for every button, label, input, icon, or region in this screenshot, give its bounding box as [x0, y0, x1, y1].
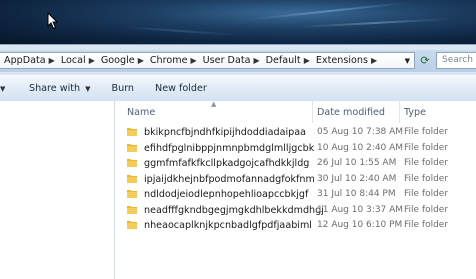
file-date: 10 Aug 10 2:40 AM: [317, 142, 404, 153]
breadcrumb-item[interactable]: Google ▶: [97, 55, 146, 66]
file-name: efihdfpglnibppjnmnpbmdglmlljgcbk: [144, 142, 315, 154]
column-header-date-modified[interactable]: Date modified: [317, 107, 385, 118]
file-list: ▲ Name Date modified Type bkikpncfbjndhf…: [115, 100, 476, 279]
address-dropdown-icon[interactable]: ▼: [405, 57, 410, 65]
folder-icon: [127, 190, 137, 198]
dropdown-arrow-icon: ▼: [0, 84, 6, 93]
file-type: File folder: [404, 158, 449, 168]
share-with-button[interactable]: Share with ▼: [29, 76, 90, 101]
file-name: nheaocaplknjkpcnbadlgfpdfjaabiml: [144, 220, 312, 231]
column-divider[interactable]: [312, 101, 313, 123]
folder-icon: [127, 221, 137, 229]
wallpaper-streak: [120, 25, 240, 37]
file-type: File folder: [404, 204, 449, 215]
folder-icon: [127, 143, 137, 152]
file-type: File folder: [404, 142, 449, 153]
column-headers: ▲ Name Date modified Type: [115, 100, 476, 123]
wallpaper-streak: [300, 18, 450, 28]
file-name: bkikpncfbjndhfkipijhdoddiadaipaa: [144, 127, 306, 138]
column-divider[interactable]: [399, 101, 400, 123]
file-date: 12 Aug 10 6:10 PM: [317, 220, 403, 230]
file-date: 26 Jul 10 1:55 AM: [317, 158, 397, 168]
breadcrumb-item[interactable]: Extensions ▶: [312, 55, 379, 66]
file-row[interactable]: nheaocaplknjkpcnbadlgfpdfjaabiml 12 Aug …: [115, 218, 476, 234]
breadcrumb-separator-icon[interactable]: ▶: [253, 56, 261, 65]
organize-button-partial[interactable]: ▼: [0, 76, 13, 101]
folder-icon: [127, 128, 137, 136]
file-type: File folder: [404, 189, 449, 199]
file-name: ggmfmfafkfkcllpkadgojcafhdkkjldg: [144, 158, 310, 169]
column-header-type[interactable]: Type: [404, 107, 426, 118]
breadcrumb-item[interactable]: Default ▶: [262, 55, 312, 66]
file-date: 31 Jul 10 8:44 PM: [317, 189, 396, 199]
file-row[interactable]: ndldodjeiodlepnhopehlioapccbkjgf 31 Jul …: [115, 187, 476, 203]
folder-icon: [127, 159, 137, 167]
address-bar[interactable]: AppData ▶ Local ▶ Google ▶ Chrome ▶ User Dat…: [0, 52, 415, 69]
breadcrumb-item[interactable]: Local ▶: [57, 55, 97, 66]
folder-icon: [127, 174, 137, 183]
file-date: 30 Jul 10 2:40 AM: [317, 173, 397, 184]
share-with-label: Share with: [29, 83, 81, 94]
breadcrumb-separator-icon[interactable]: ▶: [190, 56, 198, 65]
breadcrumb-separator-icon[interactable]: ▶: [138, 56, 146, 65]
command-bar: ▼ Share with ▼ Burn New folder: [0, 75, 476, 102]
breadcrumb-item[interactable]: User Data ▶: [199, 55, 262, 66]
breadcrumb-separator-icon[interactable]: ▶: [49, 56, 57, 65]
file-name: neadfffgkndbgegjmgkdhlbekkdmdhgj: [144, 204, 324, 216]
breadcrumb-item[interactable]: Chrome ▶: [146, 55, 199, 66]
mouse-cursor-icon: [47, 12, 59, 30]
file-row[interactable]: efihdfpglnibppjnmnpbmdglmlljgcbk 10 Aug …: [115, 141, 476, 157]
file-type: File folder: [404, 220, 449, 230]
file-row[interactable]: neadfffgkndbgegjmgkdhlbekkdmdhgj 11 Aug …: [115, 203, 476, 219]
breadcrumb-separator-icon[interactable]: ▶: [304, 56, 312, 65]
file-row[interactable]: ipjaijdkhejnbfpodmofannadgfokfnm 30 Jul …: [115, 172, 476, 188]
burn-button[interactable]: Burn: [111, 76, 134, 101]
column-header-name[interactable]: Name: [127, 107, 155, 118]
new-folder-label: New folder: [155, 83, 207, 94]
file-name: ndldodjeiodlepnhopehlioapccbkjgf: [144, 189, 309, 200]
search-input[interactable]: Search Ext: [436, 52, 476, 69]
screenshot: AppData ▶ Local ▶ Google ▶ Chrome ▶ User Dat…: [0, 0, 476, 279]
navigation-pane[interactable]: [0, 101, 115, 279]
file-name: ipjaijdkhejnbfpodmofannadgfokfnm: [144, 173, 315, 185]
file-row[interactable]: ggmfmfafkfkcllpkadgojcafhdkkjldg 26 Jul …: [115, 156, 476, 172]
file-rows: bkikpncfbjndhfkipijhdoddiadaipaa 05 Aug …: [115, 125, 476, 234]
burn-label: Burn: [111, 83, 135, 94]
folder-icon: [127, 205, 137, 214]
breadcrumb-item[interactable]: AppData ▶: [0, 55, 57, 66]
file-type: File folder: [404, 173, 449, 184]
new-folder-button[interactable]: New folder: [155, 76, 207, 101]
dropdown-arrow-icon: ▼: [85, 84, 91, 93]
desktop-background: [0, 0, 476, 44]
file-date: 11 Aug 10 3:37 AM: [317, 204, 404, 215]
sort-arrow-icon: ▲: [211, 100, 217, 108]
explorer-window: AppData ▶ Local ▶ Google ▶ Chrome ▶ User Dat…: [0, 44, 476, 279]
breadcrumb-separator-icon[interactable]: ▶: [89, 56, 97, 65]
wallpaper-streak: [250, 1, 410, 21]
file-row[interactable]: bkikpncfbjndhfkipijhdoddiadaipaa 05 Aug …: [115, 125, 476, 141]
breadcrumb-separator-icon[interactable]: ▶: [371, 56, 379, 65]
file-type: File folder: [404, 127, 449, 137]
refresh-icon[interactable]: ⟳: [418, 53, 432, 68]
address-bar-area: AppData ▶ Local ▶ Google ▶ Chrome ▶ User Dat…: [0, 50, 476, 72]
file-date: 05 Aug 10 7:38 AM: [317, 127, 404, 137]
